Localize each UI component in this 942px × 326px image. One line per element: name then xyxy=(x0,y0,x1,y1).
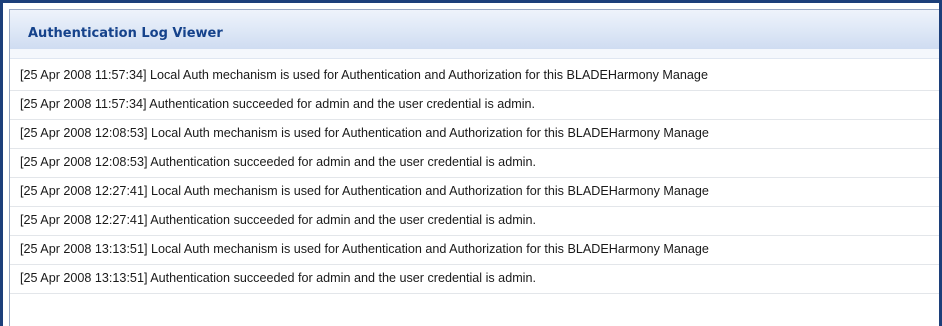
log-entry: [25 Apr 2008 13:13:51] Local Auth mechan… xyxy=(10,236,939,265)
log-entry: [25 Apr 2008 11:57:34] Authentication su… xyxy=(10,91,939,120)
panel-title: Authentication Log Viewer xyxy=(28,26,223,41)
log-entry: [25 Apr 2008 12:27:41] Local Auth mechan… xyxy=(10,178,939,207)
log-list: [25 Apr 2008 11:57:34] Local Auth mechan… xyxy=(10,62,939,326)
window-frame: Authentication Log Viewer [25 Apr 2008 1… xyxy=(0,0,942,326)
log-entry: [25 Apr 2008 12:27:41] Authentication su… xyxy=(10,207,939,236)
log-entry: [25 Apr 2008 11:57:34] Local Auth mechan… xyxy=(10,62,939,91)
log-entry: [25 Apr 2008 13:13:51] Authentication su… xyxy=(10,265,939,294)
auth-log-panel: Authentication Log Viewer [25 Apr 2008 1… xyxy=(9,9,939,326)
log-entry: [25 Apr 2008 12:08:53] Authentication su… xyxy=(10,149,939,178)
log-entry: [25 Apr 2008 12:08:53] Local Auth mechan… xyxy=(10,120,939,149)
panel-header: Authentication Log Viewer xyxy=(10,10,939,59)
